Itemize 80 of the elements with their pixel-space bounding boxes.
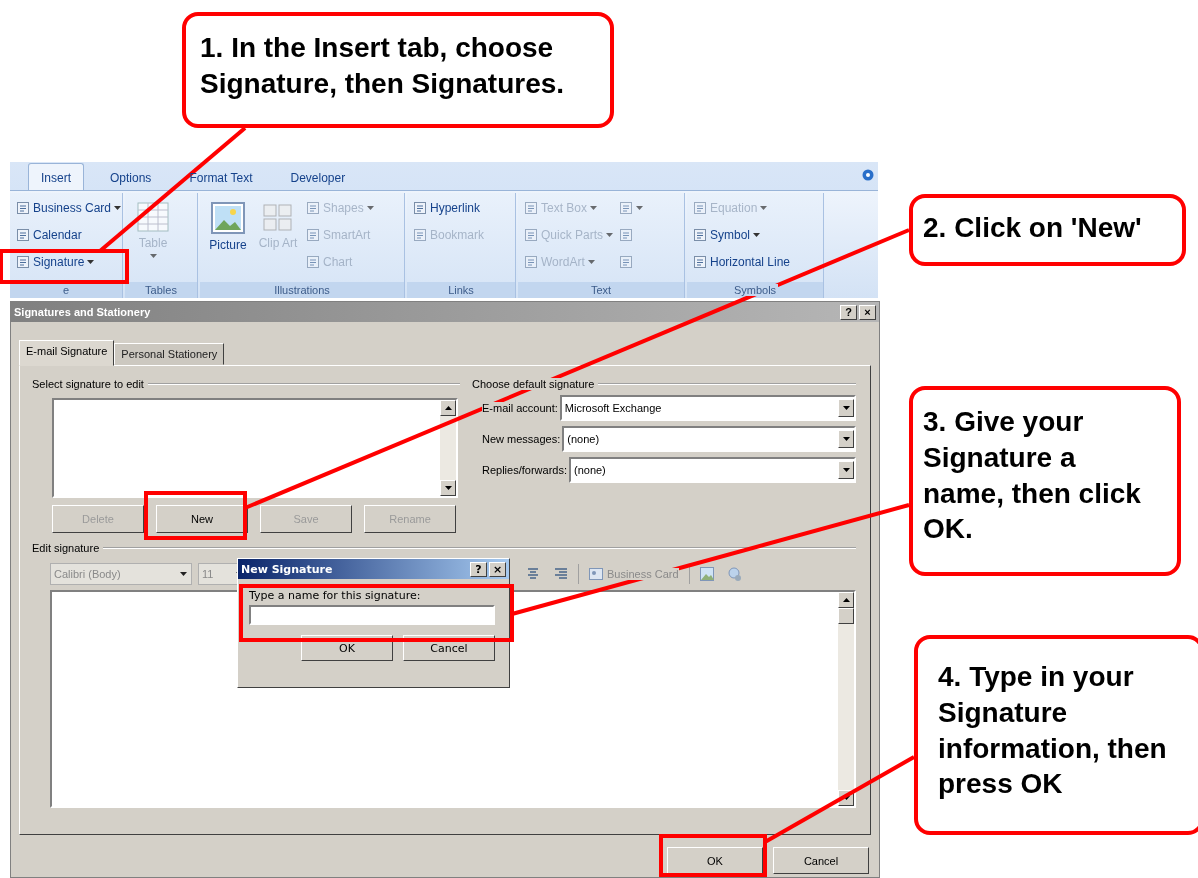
ribbon-button[interactable]: Business Card — [16, 196, 122, 220]
dialog-button[interactable]: OK — [667, 847, 763, 874]
field-label: Replies/forwards: — [482, 464, 569, 476]
ribbon-tab[interactable]: Insert — [28, 163, 84, 190]
ribbon-button[interactable]: Hyperlink — [413, 196, 485, 220]
ribbon-button[interactable]: Calendar — [16, 223, 122, 247]
document-icon — [306, 255, 320, 269]
document-icon — [693, 255, 707, 269]
document-icon — [413, 201, 427, 215]
section-label: Edit signature — [32, 542, 100, 554]
ribbon-button[interactable]: Picture — [206, 196, 250, 282]
scroll-up-button[interactable] — [440, 400, 456, 416]
callout-text: 3. Give your Signature a name, then click OK. — [909, 386, 1181, 576]
tab[interactable]: E-mail Signature — [19, 340, 115, 366]
callout-text: 1. In the Insert tab, choose Signature, then Signatures. — [182, 12, 614, 128]
field-label: New messages: — [482, 433, 563, 445]
close-button[interactable]: × — [489, 561, 506, 577]
document-icon — [619, 228, 633, 242]
document-icon — [524, 255, 538, 269]
ribbon-tab[interactable]: Developer — [278, 164, 358, 190]
center-align-icon — [526, 568, 540, 580]
group-label: Tables — [143, 284, 179, 296]
field-label: E-mail account: — [482, 402, 560, 414]
window-title: Signatures and Stationery — [14, 306, 152, 318]
scroll-down-button[interactable] — [440, 480, 456, 496]
callout-text: 2. Click on 'New' — [909, 194, 1186, 266]
scrollbar[interactable] — [440, 400, 456, 496]
document-icon — [413, 228, 427, 242]
dialog-button[interactable]: New — [156, 505, 248, 533]
help-button[interactable]: ? — [840, 304, 857, 320]
section-label: Choose default signature — [472, 378, 595, 390]
help-button[interactable]: ? — [470, 561, 487, 577]
document-icon — [524, 201, 538, 215]
scroll-up-button[interactable] — [838, 592, 854, 608]
field-label: Type a name for this signature: — [249, 589, 422, 602]
dropdown-field[interactable]: Microsoft Exchange — [559, 395, 856, 421]
dialog-button[interactable]: Cancel — [773, 847, 869, 874]
group-label: Links — [446, 284, 476, 296]
document-icon — [693, 228, 707, 242]
up-arrow-icon — [842, 598, 850, 602]
dropdown-arrow-icon — [842, 406, 850, 410]
ribbon-button[interactable]: Signature — [16, 250, 122, 274]
document-icon — [16, 228, 30, 242]
right-align-icon — [554, 568, 568, 580]
group-label: Illustrations — [272, 284, 332, 296]
landscape-picture-icon — [211, 202, 245, 234]
dropdown-field[interactable]: (none) — [562, 426, 856, 452]
picture-icon — [699, 567, 714, 581]
section-label: Select signature to edit — [32, 378, 144, 390]
clip-art-icon — [263, 202, 293, 232]
document-icon — [619, 201, 633, 215]
contact-card-icon — [589, 568, 603, 580]
dropdown-arrow-icon — [842, 437, 850, 441]
scroll-thumb[interactable] — [838, 608, 854, 624]
document-icon — [16, 255, 30, 269]
callout-text: 4. Type in your Signature information, then press OK — [914, 635, 1198, 835]
document-icon — [306, 228, 320, 242]
name-input[interactable] — [249, 605, 495, 625]
document-icon — [16, 201, 30, 215]
help-icon — [862, 169, 874, 181]
document-icon — [306, 201, 320, 215]
document-icon — [619, 255, 633, 269]
document-icon — [693, 201, 707, 215]
down-arrow-icon — [444, 486, 452, 490]
up-arrow-icon — [444, 406, 452, 410]
ribbon-button[interactable]: Symbol — [693, 223, 791, 247]
document-icon — [524, 228, 538, 242]
down-arrow-icon — [842, 796, 850, 800]
dropdown-arrow-icon — [180, 572, 187, 576]
scrollbar[interactable] — [838, 592, 854, 806]
dropdown-arrow-icon — [842, 468, 850, 472]
group-label: Symbols — [731, 284, 779, 296]
close-button[interactable]: × — [859, 304, 876, 320]
signature-list[interactable] — [52, 398, 458, 498]
dropdown-field[interactable]: (none) — [569, 457, 856, 483]
tab[interactable]: Personal Stationery — [114, 343, 225, 365]
ribbon-tab[interactable]: Format Text — [177, 164, 265, 190]
group-label: Text — [588, 284, 614, 296]
ribbon-button[interactable]: Horizontal Line — [693, 250, 791, 274]
ribbon-tab[interactable]: Options — [98, 164, 164, 190]
